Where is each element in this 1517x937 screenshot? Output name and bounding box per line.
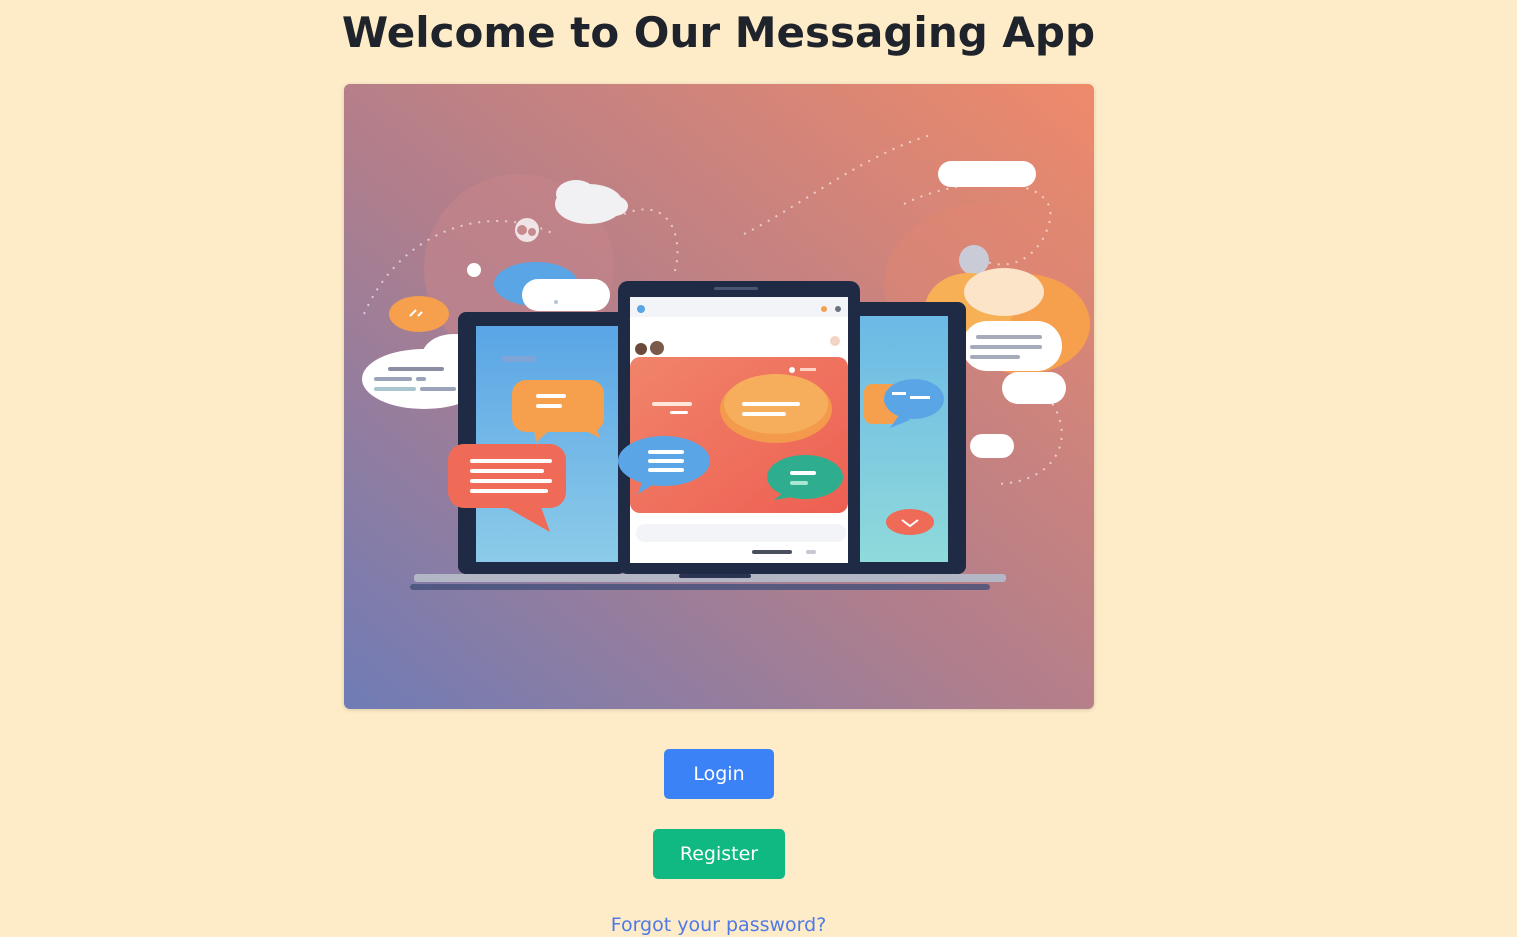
forgot-password-link[interactable]: Forgot your password?: [0, 912, 1437, 937]
welcome-page: Welcome to Our Messaging App Login Regis…: [0, 0, 1517, 937]
page-title: Welcome to Our Messaging App: [341, 8, 1096, 57]
hero-illustration: [344, 84, 1094, 709]
login-button[interactable]: Login: [664, 749, 774, 799]
register-button[interactable]: Register: [653, 829, 785, 879]
